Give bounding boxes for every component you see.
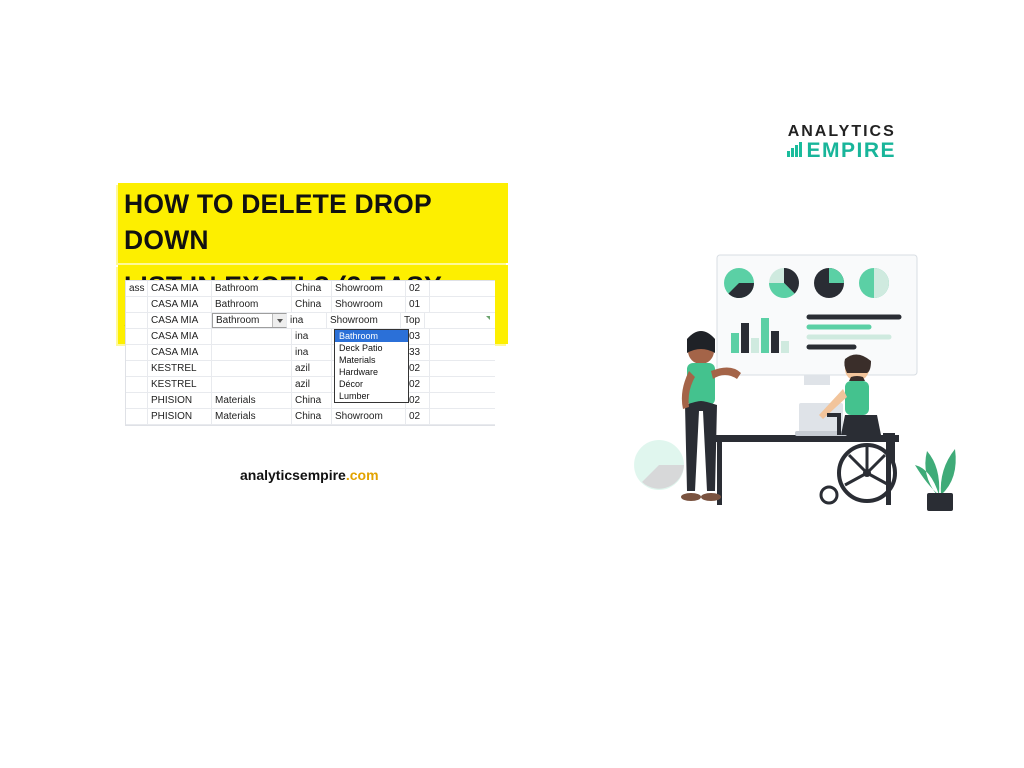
- table-cell: China: [292, 297, 332, 312]
- table-cell: 02: [406, 409, 430, 424]
- dropdown-option-selected[interactable]: Bathroom: [335, 330, 408, 342]
- table-cell: [212, 345, 292, 360]
- table-cell: CASA MIA: [148, 281, 212, 296]
- cell-indicator-icon: [486, 316, 490, 320]
- table-row: CASA MIABathroomChinaShowroom01: [126, 297, 495, 313]
- table-cell: ina: [292, 345, 332, 360]
- table-cell: Materials: [212, 409, 292, 424]
- table-cell: Showroom: [332, 281, 406, 296]
- table-cell: PHISION: [148, 409, 212, 424]
- table-cell: [126, 409, 148, 424]
- table-cell: 03: [406, 329, 430, 344]
- table-cell: ina: [287, 313, 327, 328]
- table-cell: CASA MIA: [148, 329, 212, 344]
- table-cell: Top: [401, 313, 425, 328]
- dropdown-list: Bathroom Deck Patio Materials Hardware D…: [334, 329, 409, 403]
- table-cell: KESTREL: [148, 361, 212, 376]
- table-cell: ina: [292, 329, 332, 344]
- table-cell: China: [292, 393, 332, 408]
- table-row: KESTRELazilBasement02: [126, 361, 495, 377]
- logo-line-2: EMPIRE: [806, 139, 896, 163]
- dropdown-option[interactable]: Hardware: [335, 366, 408, 378]
- table-cell: azil: [292, 361, 332, 376]
- table-cell: PHISION: [148, 393, 212, 408]
- table-cell: Showroom: [332, 409, 406, 424]
- table-cell: KESTREL: [148, 377, 212, 392]
- site-suffix: .com: [346, 467, 379, 483]
- table-cell: 02: [406, 281, 430, 296]
- table-row: CASA MIAinaShowroom33: [126, 345, 495, 361]
- table-cell: azil: [292, 377, 332, 392]
- table-cell: [126, 345, 148, 360]
- table-cell: 02: [406, 393, 430, 408]
- table-cell: [126, 361, 148, 376]
- table-row: assCASA MIABathroomChinaShowroom02: [126, 281, 495, 297]
- table-cell: CASA MIA: [148, 345, 212, 360]
- title-line-1: HOW TO DELETE DROP DOWN: [118, 183, 508, 263]
- table-cell: Bathroom: [212, 297, 292, 312]
- table-row: PHISIONMaterialsChinaShowroom02: [126, 393, 495, 409]
- table-cell: Materials: [212, 393, 292, 408]
- dropdown-option[interactable]: Décor: [335, 378, 408, 390]
- table-cell: [126, 393, 148, 408]
- table-cell: China: [292, 409, 332, 424]
- table-cell: 02: [406, 361, 430, 376]
- logo-bars-icon: [787, 142, 802, 157]
- brand-logo: ANALYTICS EMPIRE: [787, 123, 896, 163]
- table-cell: 02: [406, 377, 430, 392]
- table-cell: [126, 329, 148, 344]
- table-row: CASA MIABathroominaShowroomTop: [126, 313, 495, 329]
- table-cell: 33: [406, 345, 430, 360]
- table-cell: [212, 361, 292, 376]
- table-cell: China: [292, 281, 332, 296]
- table-cell: [126, 313, 148, 328]
- dropdown-option[interactable]: Lumber: [335, 390, 408, 402]
- dropdown-option[interactable]: Deck Patio: [335, 342, 408, 354]
- table-cell: CASA MIA: [148, 313, 212, 328]
- table-row: CASA MIAinaShowroom03: [126, 329, 495, 345]
- table-cell: Showroom: [332, 297, 406, 312]
- excel-screenshot: assCASA MIABathroomChinaShowroom02CASA M…: [125, 280, 495, 426]
- site-url: analyticsempire.com: [240, 467, 379, 483]
- table-cell: [126, 297, 148, 312]
- table-cell: CASA MIA: [148, 297, 212, 312]
- table-row: PHISIONMaterialsChinaShowroom02: [126, 409, 495, 425]
- table-row: KESTRELazilBasement02: [126, 377, 495, 393]
- table-cell: Bathroom: [212, 281, 292, 296]
- table-cell: ass: [126, 281, 148, 296]
- dropdown-option[interactable]: Materials: [335, 354, 408, 366]
- table-cell: 01: [406, 297, 430, 312]
- dropdown-cell[interactable]: Bathroom: [212, 313, 287, 328]
- table-cell: Showroom: [327, 313, 401, 328]
- site-name: analyticsempire: [240, 467, 346, 483]
- illustration: [599, 245, 979, 545]
- table-cell: [212, 377, 292, 392]
- dropdown-arrow-icon[interactable]: [272, 314, 286, 327]
- table-cell: [126, 377, 148, 392]
- table-cell: [212, 329, 292, 344]
